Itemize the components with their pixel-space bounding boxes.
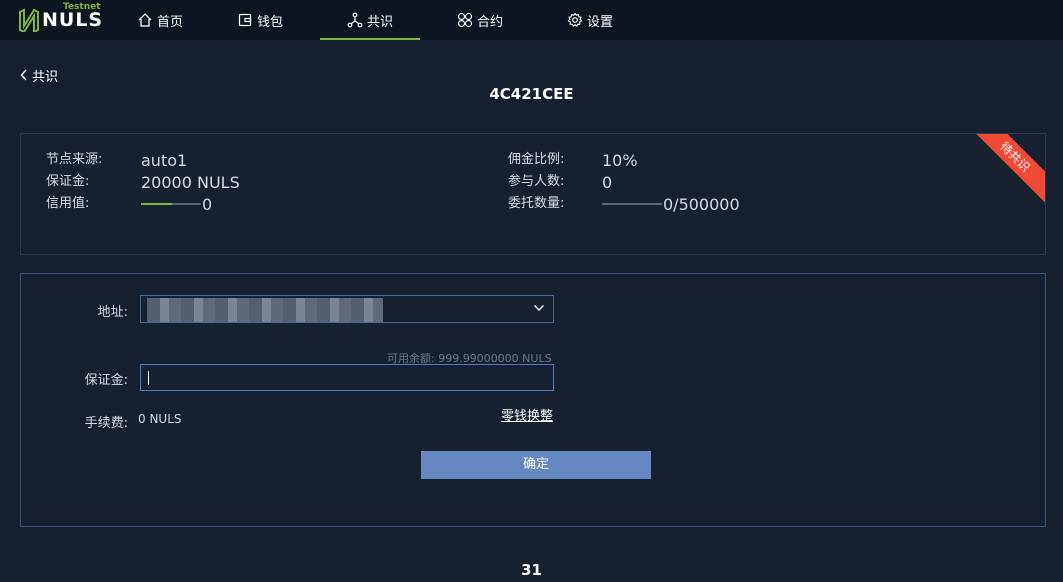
fee-value: 0 NULS [138,412,182,426]
credit-row: 信用值: [46,195,89,213]
address-label: 地址: [97,305,128,320]
confirm-button[interactable]: 确定 [421,451,651,479]
chevron-down-icon [534,305,544,311]
consolidate-change-link[interactable]: 零钱换整 [501,405,553,424]
back-to-consensus-link[interactable]: 共识 [20,66,59,85]
testnet-badge: Testnet [63,2,101,12]
credit-bar-fill [141,203,173,205]
delegation-value: 0/500000 [663,194,740,214]
nav-item-home[interactable]: 首页 [110,0,210,40]
node-source-label: 节点来源: [46,152,103,167]
nav-item-wallet[interactable]: 钱包 [210,0,310,40]
participants-value: 0 [602,172,613,192]
commission-label: 佣金比例: [508,152,565,167]
gear-icon [567,12,583,27]
nav-item-settings[interactable]: 设置 [540,0,640,40]
commission-row: 佣金比例: [508,151,564,169]
nav-item-label: 共识 [366,14,393,30]
nav-item-label: 合约 [476,14,503,30]
node-source-row: 节点来源: [46,151,102,169]
page-title: 4C421CEE [489,85,574,103]
credit-value-group: 0 [141,194,213,214]
fee-label: 手续费: [84,416,128,431]
deposit-input-label: 保证金: [84,373,128,388]
chevron-left-icon [20,69,27,81]
nav-item-label: 首页 [156,14,183,30]
participants-label: 参与人数: [508,174,565,189]
deposit-form-card: 地址: 可用余额: 999.99000000 NULS 保证金: 手续费: 0 … [20,273,1046,527]
status-ribbon: 待共识 [964,134,1045,208]
credit-bar [141,203,201,205]
commission-value: 10% [602,150,638,170]
masked-address [147,298,383,322]
text-caret [148,371,149,385]
nav-item-label: 钱包 [256,14,283,30]
node-source-value: auto1 [141,150,188,170]
nav-item-label: 设置 [586,14,613,30]
home-icon [138,13,152,27]
wallet-icon [238,13,252,27]
node-info-card: 待共识 节点来源: auto1 保证金: 20000 NULS 信用值: 0 佣… [20,133,1046,255]
deposit-row: 保证金: [46,173,89,191]
delegation-value-group: 0/500000 [602,194,740,214]
consensus-icon [347,12,363,28]
credit-label: 信用值: [46,196,90,211]
nav-item-consensus[interactable]: 共识 [320,0,420,40]
address-select[interactable] [140,295,554,323]
brand-name: NULS [42,9,104,31]
back-link-label: 共识 [32,69,59,85]
nuls-logo[interactable]: NULS Testnet [18,2,102,36]
nav-item-contract[interactable]: 合约 [430,0,530,40]
nuls-n-mark-icon [19,8,39,32]
delegation-bar [602,203,662,205]
participants-row: 参与人数: [508,173,564,191]
delegation-label: 委托数量: [508,196,565,211]
delegation-row: 委托数量: [508,195,564,213]
contract-icon [457,12,473,28]
top-nav-bar: NULS Testnet 首页 钱包 共识 合约 设置 [0,0,1063,40]
deposit-amount-input[interactable] [140,364,554,391]
credit-value: 0 [202,194,213,214]
footer-number: 31 [521,561,542,579]
deposit-label: 保证金: [46,174,90,189]
deposit-value: 20000 NULS [141,172,240,192]
